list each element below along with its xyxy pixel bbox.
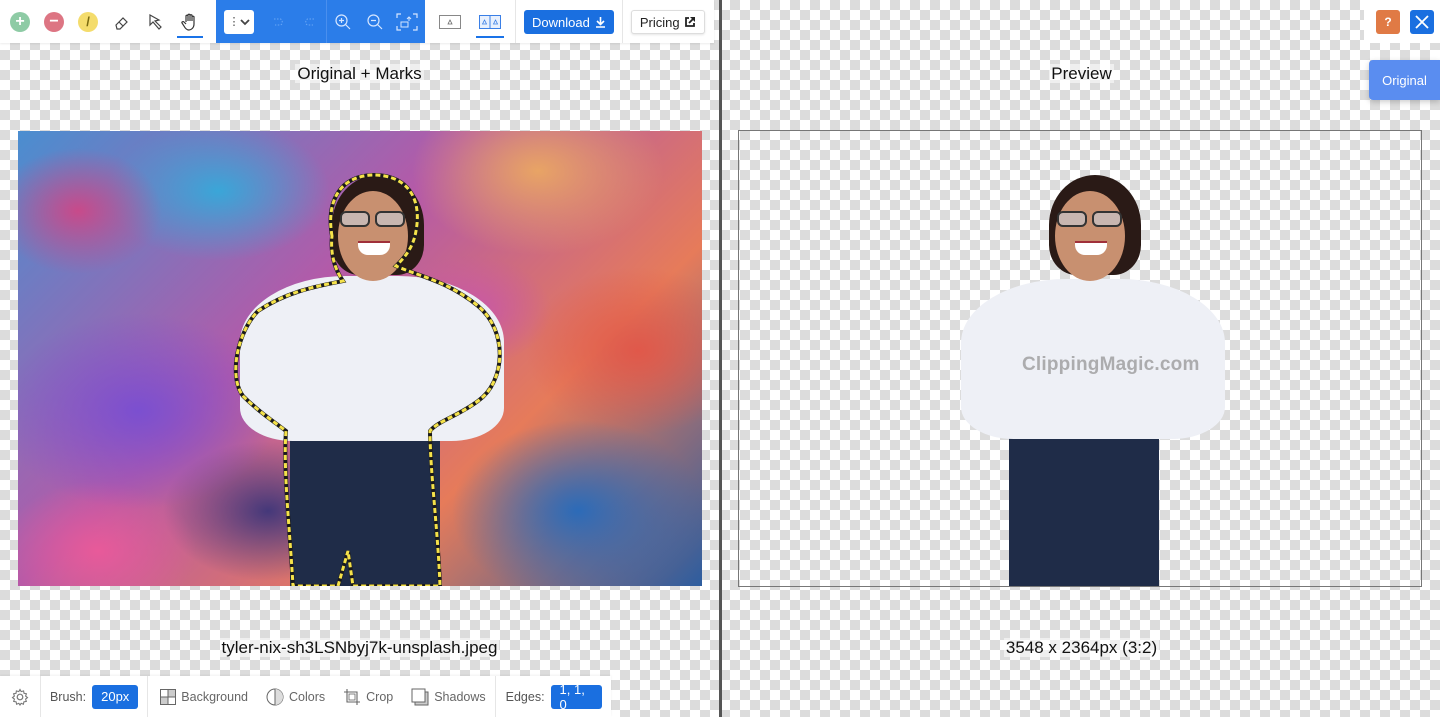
pricing-group: Pricing <box>623 0 705 43</box>
crop-button[interactable]: Crop <box>334 688 402 706</box>
single-view-icon <box>439 14 461 29</box>
minus-circle-icon: − <box>44 11 64 32</box>
split-view-button[interactable] <box>473 0 507 43</box>
split-view-icon <box>479 14 501 29</box>
scalpel-tool[interactable] <box>139 0 173 43</box>
undo-button[interactable] <box>262 0 294 43</box>
undo-icon <box>274 18 283 25</box>
preview-person-jeans <box>1009 426 1159 586</box>
eraser-tool[interactable] <box>105 0 139 43</box>
plus-circle-icon: + <box>10 11 30 32</box>
mode-select[interactable]: ⋮ <box>224 9 254 34</box>
fit-screen-icon <box>396 12 418 31</box>
preview-mouth <box>1075 241 1107 255</box>
preview-glasses <box>1057 211 1087 227</box>
bottom-toolbar: Brush: 20px Background Colors Crop Shado… <box>0 676 611 717</box>
background-grid-icon <box>160 688 177 705</box>
settings-button[interactable] <box>0 676 40 717</box>
gear-icon <box>11 687 29 706</box>
edges-button[interactable]: 1, 1, 0 <box>550 682 602 712</box>
pricing-button[interactable]: Pricing <box>630 10 705 34</box>
preview-canvas[interactable]: ClippingMagic.com <box>738 130 1422 587</box>
close-button[interactable] <box>1410 9 1434 34</box>
download-button[interactable]: Download <box>524 10 614 34</box>
hand-icon <box>181 13 195 31</box>
brush-size-button[interactable]: 20px <box>92 684 139 709</box>
shadows-button[interactable]: Shadows <box>402 688 494 706</box>
zoom-in-button[interactable] <box>327 0 359 43</box>
zoom-out-icon <box>367 13 383 29</box>
hair-tool[interactable]: / <box>71 0 105 43</box>
zoom-in-icon <box>335 13 351 29</box>
redo-button[interactable] <box>294 0 326 43</box>
preview-pane-title: Preview <box>1049 64 1114 83</box>
question-icon: ? <box>1384 14 1392 29</box>
chevron-down-icon <box>239 18 250 25</box>
watermark: ClippingMagic.com <box>1022 354 1200 375</box>
keep-foreground-tool[interactable]: + <box>3 0 37 43</box>
download-icon <box>595 17 605 28</box>
preview-glasses <box>1092 211 1122 227</box>
show-original-button[interactable]: Original <box>1369 60 1440 100</box>
top-toolbar: + − / ⋮ Download Pricing <box>0 0 714 43</box>
edges-control: Edges: 1, 1, 0 <box>496 676 611 717</box>
pane-divider[interactable] <box>719 0 722 717</box>
preview-pane: Preview ClippingMagic.com 3548 x 2364px … <box>723 0 1440 717</box>
zoom-out-button[interactable] <box>359 0 391 43</box>
single-view-button[interactable] <box>433 0 467 43</box>
remove-background-tool[interactable]: − <box>37 0 71 43</box>
pan-tool[interactable] <box>173 0 207 43</box>
colors-button[interactable]: Colors <box>257 688 334 706</box>
edit-toolbar-group: ⋮ <box>216 0 425 43</box>
dimensions-caption: 3548 x 2364px (3:2) <box>1003 638 1160 657</box>
original-pane: Original + Marks tyler-nix-sh3LSNbyj7k-u… <box>0 0 719 717</box>
marks-outline-yellow <box>234 173 502 586</box>
slash-circle-icon: / <box>78 11 98 32</box>
background-button[interactable]: Background <box>148 688 257 705</box>
foreground-marks-outline <box>233 172 502 586</box>
original-pane-title: Original + Marks <box>295 64 424 83</box>
crop-icon <box>344 688 361 705</box>
preview-person-face <box>1055 191 1125 281</box>
close-icon <box>1415 14 1429 29</box>
shadow-square-icon <box>411 688 429 705</box>
help-button[interactable]: ? <box>1376 9 1400 34</box>
external-link-icon <box>684 17 695 27</box>
top-right-controls: ? <box>1364 0 1440 43</box>
filename-caption: tyler-nix-sh3LSNbyj7k-unsplash.jpeg <box>219 638 500 657</box>
pointer-icon <box>149 13 162 30</box>
original-image-canvas[interactable] <box>18 131 702 586</box>
download-group: Download <box>516 0 614 43</box>
brush-size-control: Brush: 20px <box>41 676 147 717</box>
marks-outline-dark <box>233 172 502 586</box>
eraser-icon <box>115 16 128 30</box>
contrast-circle-icon <box>266 688 284 705</box>
fit-to-screen-button[interactable] <box>391 0 423 43</box>
view-mode-group <box>425 0 516 43</box>
redo-icon <box>305 18 314 25</box>
